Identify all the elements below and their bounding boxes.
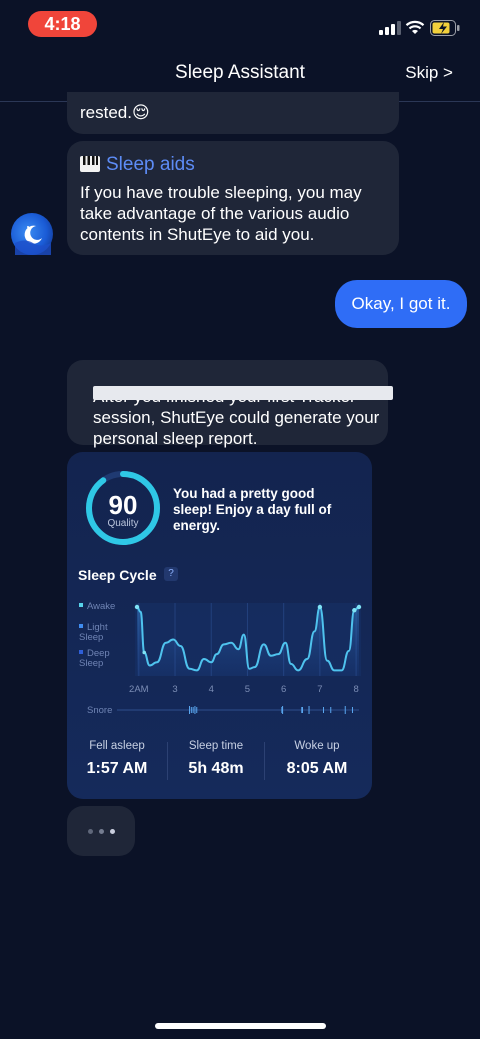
sleep-report-card: 90 Quality You had a pretty good sleep! … xyxy=(67,452,372,799)
sleep-aids-heading: Sleep aids xyxy=(80,154,195,175)
quality-score: 90 xyxy=(108,490,138,520)
typing-dot xyxy=(99,829,104,834)
assistant-avatar xyxy=(11,213,53,255)
chart-x-tick-label: 6 xyxy=(281,684,286,695)
chart-x-tick-label: 7 xyxy=(317,684,322,695)
awake-marker xyxy=(352,608,357,613)
typing-indicator xyxy=(67,806,135,856)
status-bar: 4:18 xyxy=(0,0,480,48)
stat-sleep-time: Sleep time 5h 48m xyxy=(171,740,261,778)
sleep-summary: You had a pretty good sleep! Enjoy a day… xyxy=(173,486,332,533)
sleep-aids-body: If you have trouble sleeping, you may ta… xyxy=(80,183,362,244)
wifi-icon xyxy=(405,20,425,34)
message-text: rested.😌 xyxy=(80,103,150,122)
status-time: 4:18 xyxy=(28,11,97,37)
sleep-cycle-title: Sleep Cycle xyxy=(78,567,157,583)
stat-label: Fell asleep xyxy=(89,740,145,752)
assistant-message-sleep-aids: Sleep aids If you have trouble sleeping,… xyxy=(67,141,399,255)
battery-charging-icon xyxy=(430,20,460,36)
stat-label: Woke up xyxy=(294,740,340,752)
chart-x-tick-label: 4 xyxy=(209,684,214,695)
cellular-signal-icon xyxy=(379,21,401,35)
stat-divider xyxy=(264,742,265,780)
help-icon[interactable]: ? xyxy=(164,567,178,581)
awake-marker xyxy=(356,604,362,610)
snore-label: Snore xyxy=(87,705,112,716)
chart-x-tick-label: 3 xyxy=(172,684,177,695)
sleep-cycle-chart: 2AM 3 4 5 6 7 8 Snore xyxy=(87,603,362,716)
chart-x-tick-label: 8 xyxy=(353,684,358,695)
user-message: Okay, I got it. xyxy=(335,280,467,328)
assistant-message-report-intro: After you finished your first Tracker se… xyxy=(67,360,393,448)
quality-label: Quality xyxy=(107,518,139,529)
transition-marker xyxy=(142,650,147,655)
sleep-aids-title: Sleep aids xyxy=(106,154,195,175)
stat-value: 8:05 AM xyxy=(286,760,348,777)
chart-x-tick-label: 2AM xyxy=(129,684,149,695)
stat-divider xyxy=(167,742,168,780)
stat-value: 1:57 AM xyxy=(86,760,148,777)
moon-icon xyxy=(15,225,51,255)
stat-value: 5h 48m xyxy=(188,760,244,777)
chart-x-tick-label: 5 xyxy=(245,684,250,695)
typing-dot xyxy=(110,829,115,834)
home-indicator[interactable] xyxy=(155,1023,326,1029)
skip-button[interactable]: Skip > xyxy=(405,63,453,83)
stat-woke-up: Woke up 8:05 AM xyxy=(272,740,362,778)
typing-dot xyxy=(88,829,93,834)
stat-label: Sleep time xyxy=(188,740,244,752)
stat-fell-asleep: Fell asleep 1:57 AM xyxy=(72,740,162,778)
piano-icon xyxy=(80,156,100,172)
awake-marker xyxy=(317,604,323,610)
document-icon xyxy=(93,386,393,400)
assistant-message-partial: rested.😌 xyxy=(67,92,399,134)
awake-marker xyxy=(134,604,140,610)
